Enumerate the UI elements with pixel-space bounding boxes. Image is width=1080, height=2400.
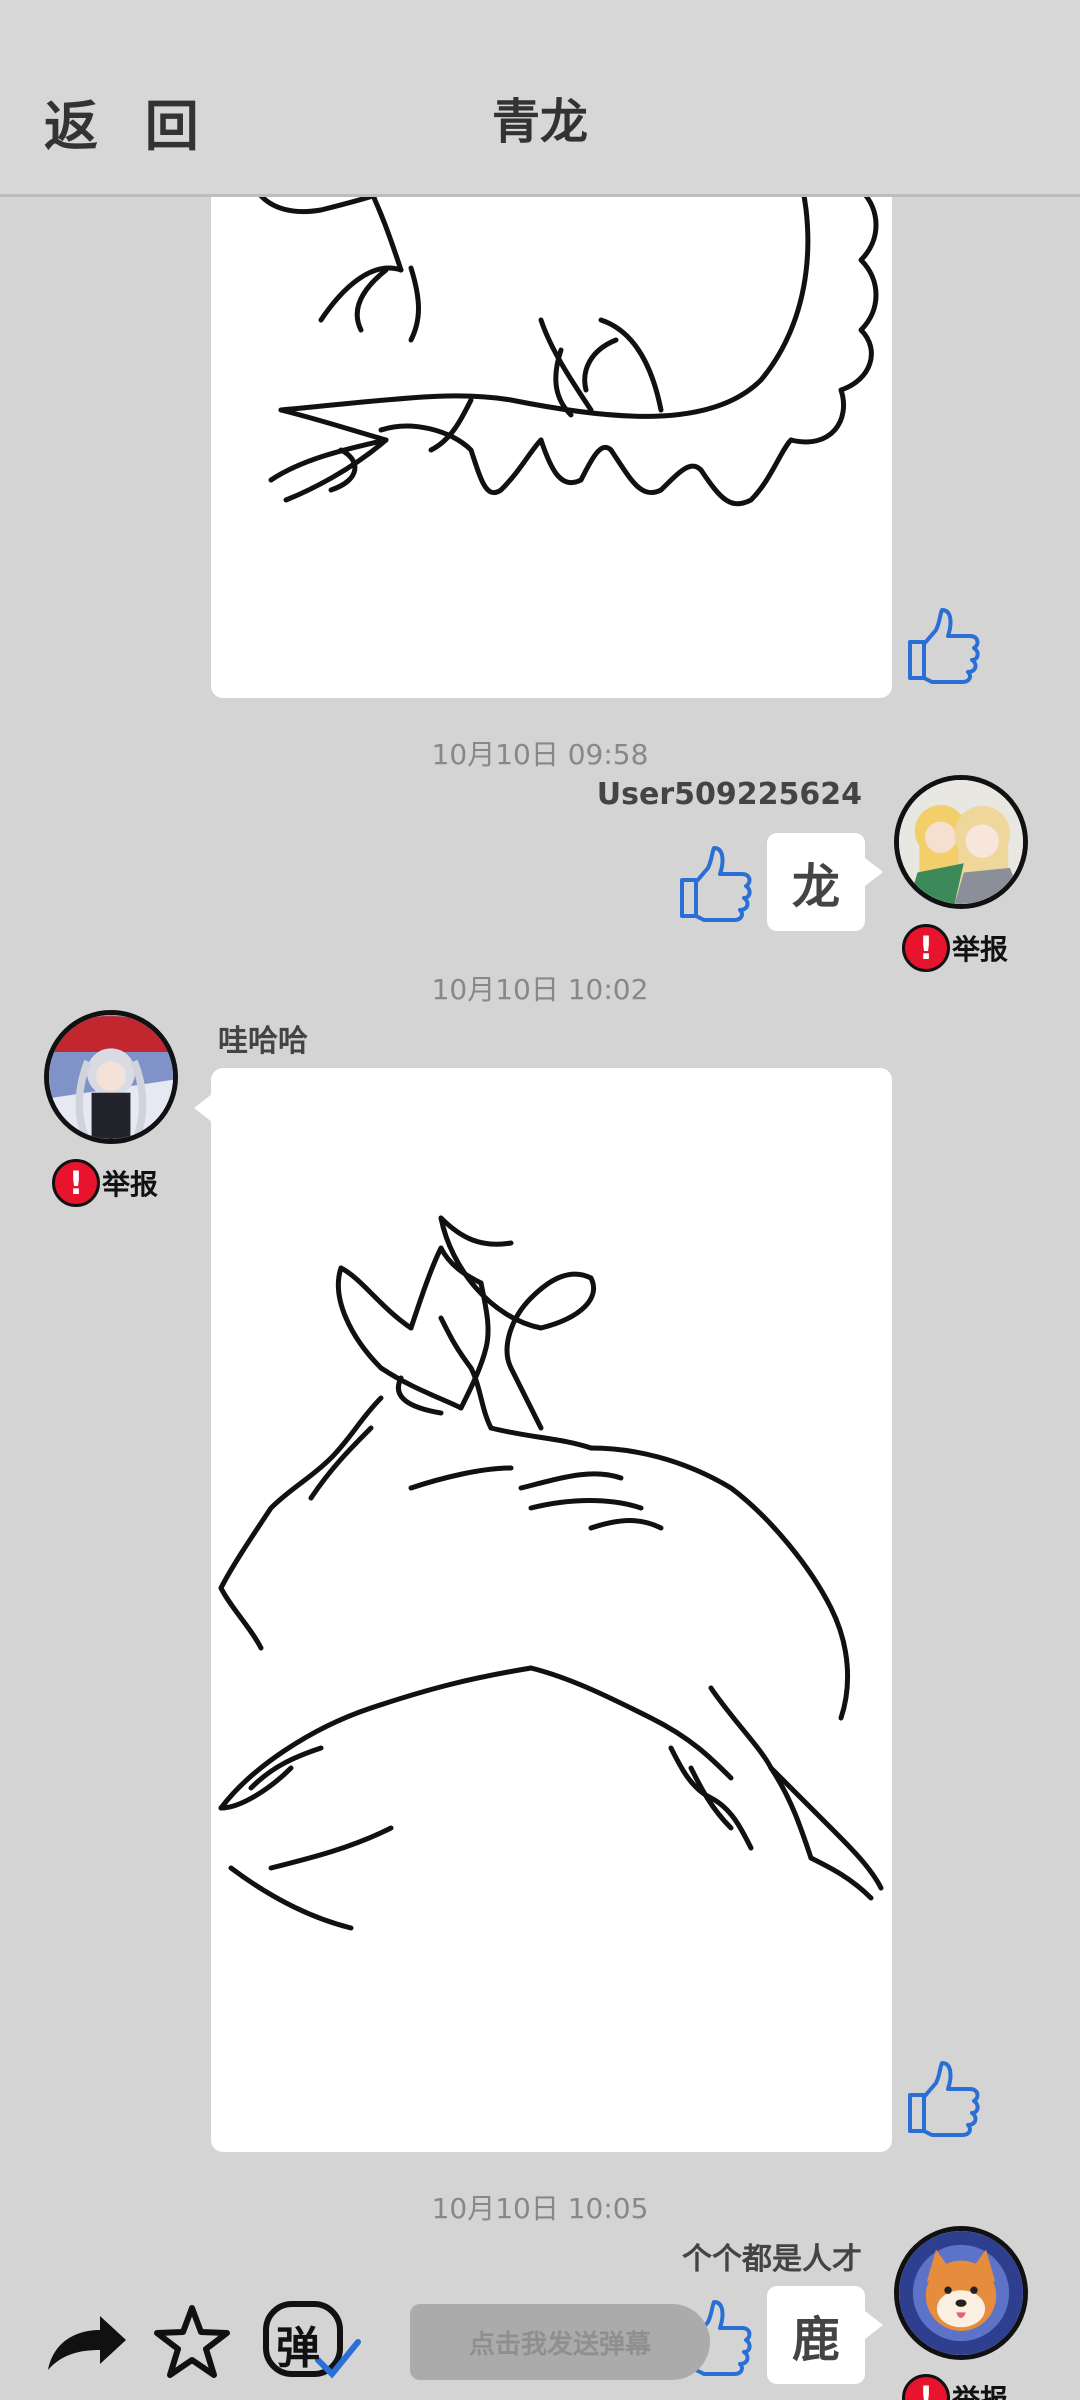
message-timestamp: 10月10日 10:05 — [431, 2192, 649, 2225]
top-bar: 返 回 青龙 — [0, 0, 1080, 197]
page-title: 青龙 — [491, 94, 588, 150]
dragon-drawing-2 — [218, 1215, 884, 1931]
like-thumb-icon[interactable] — [902, 604, 982, 688]
message-timestamp: 10月10日 10:02 — [431, 973, 649, 1006]
drawing-image[interactable] — [211, 1068, 892, 2152]
username: User509225624 — [596, 777, 862, 812]
chat-area[interactable]: 10月10日 09:58 User509225624 ! 举报 龙 10月10日… — [0, 0, 1080, 2400]
avatar[interactable] — [894, 775, 1028, 909]
danmaku-toggle-button[interactable]: 弹 — [262, 2300, 362, 2384]
exclamation-icon: ! — [902, 924, 950, 972]
report-button[interactable]: ! 举报 — [52, 1159, 158, 1207]
message-bubble[interactable]: 龙 — [767, 833, 865, 931]
message-timestamp: 10月10日 09:58 — [431, 738, 649, 771]
username: 个个都是人才 — [682, 2242, 862, 2277]
like-thumb-icon[interactable] — [902, 2057, 982, 2141]
like-thumb-icon[interactable] — [674, 842, 754, 926]
avatar[interactable] — [44, 1010, 178, 1144]
danmaku-input[interactable]: 点击我发送弹幕 — [410, 2304, 710, 2380]
report-label: 举报 — [102, 1168, 159, 1201]
username: 哇哈哈 — [218, 1024, 308, 1059]
message-text: 龙 — [791, 859, 840, 915]
dragon-drawing-1 — [246, 150, 879, 507]
report-label: 举报 — [952, 933, 1009, 966]
bubble-tail — [194, 1094, 212, 1122]
drawing-image[interactable] — [211, 150, 892, 698]
bubble-tail — [865, 858, 883, 886]
report-button[interactable]: ! 举报 — [902, 924, 1008, 972]
danmaku-toggle-label: 弹 — [276, 2323, 320, 2374]
star-icon[interactable] — [152, 2302, 232, 2382]
anime-pair-avatar — [899, 780, 1023, 904]
exclamation-icon: ! — [52, 1159, 100, 1207]
anime-umbrella-avatar — [49, 1015, 173, 1139]
share-arrow-icon[interactable] — [44, 2310, 128, 2374]
